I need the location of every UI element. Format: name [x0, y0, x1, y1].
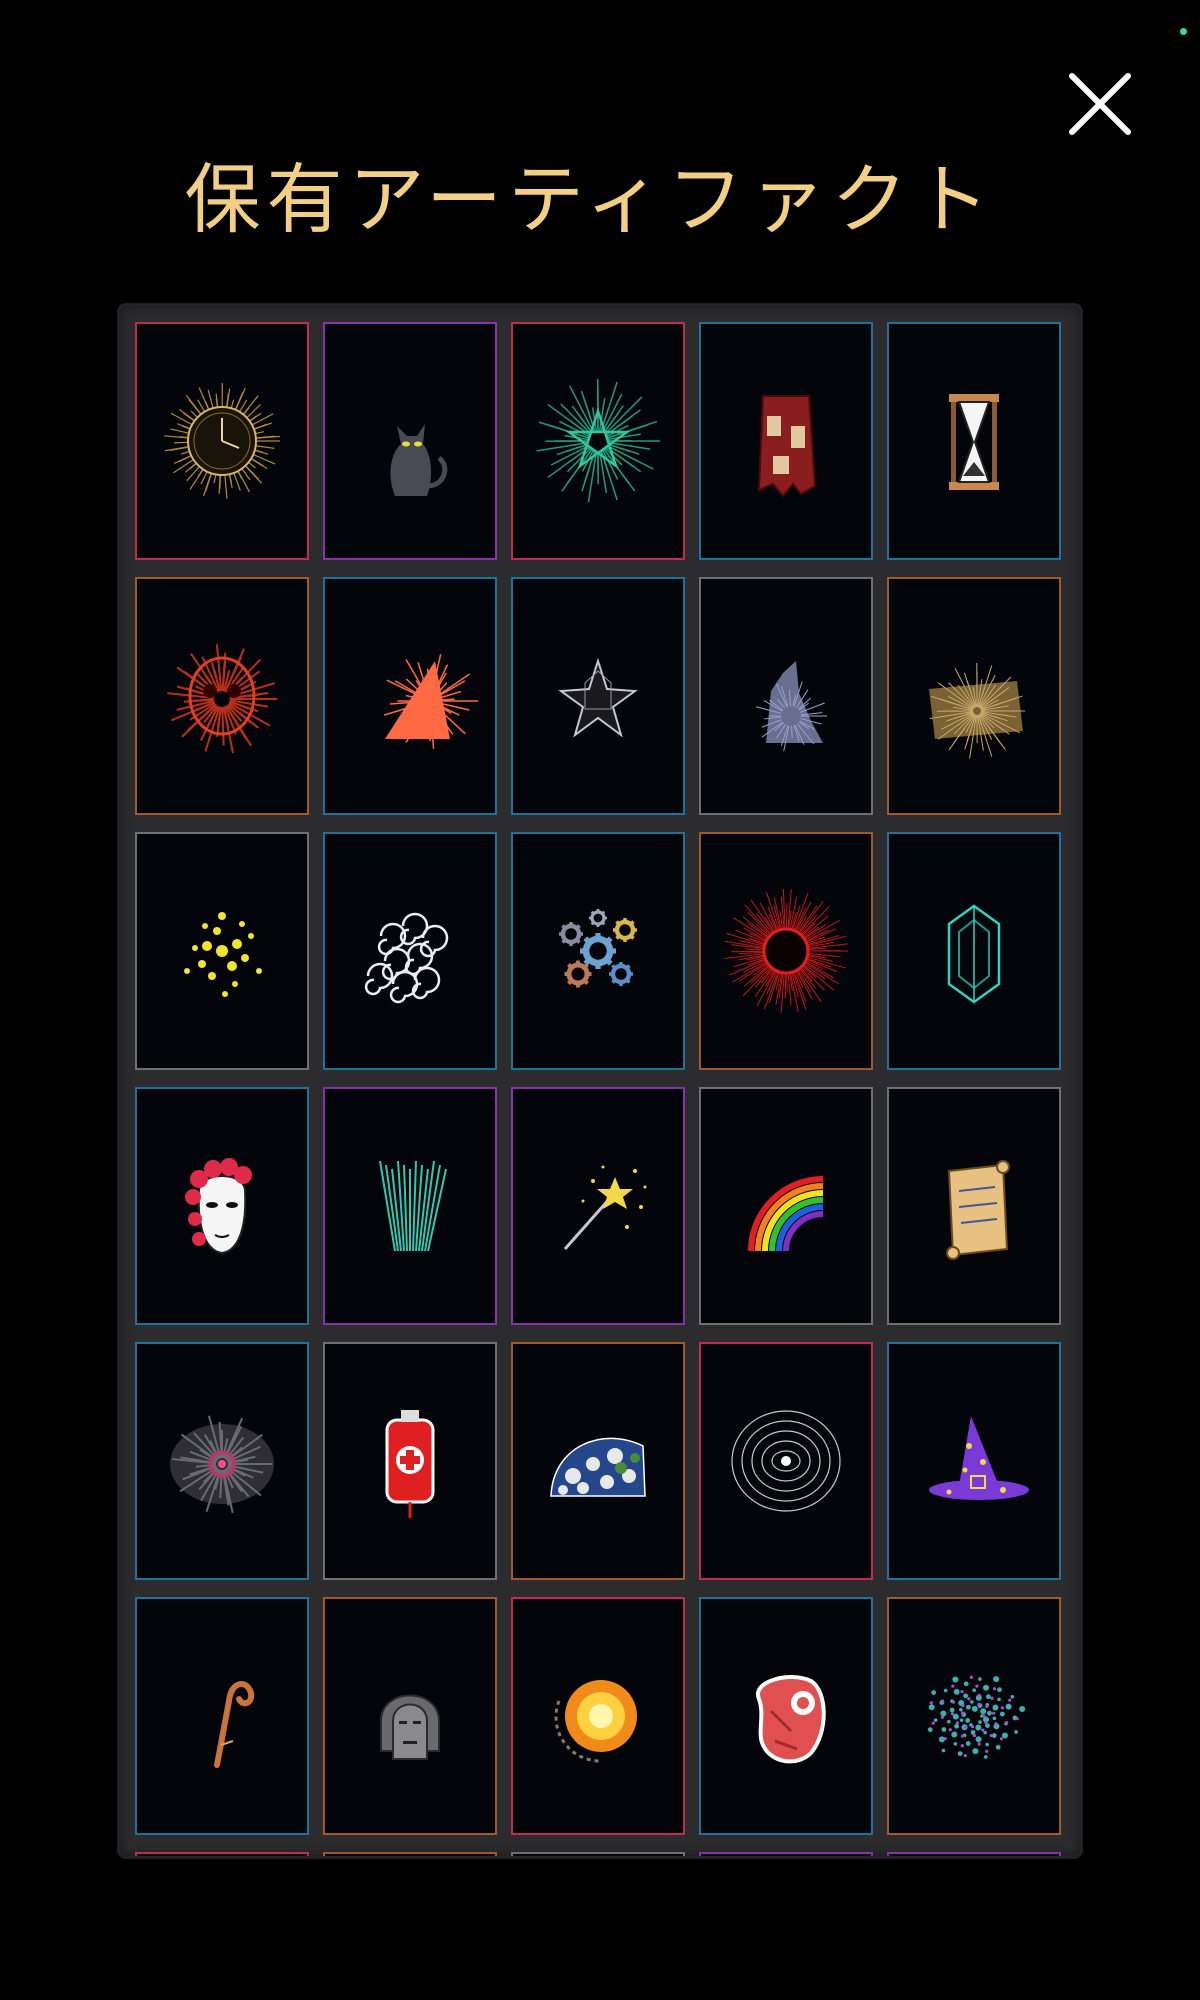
artifact-card[interactable] — [511, 322, 685, 560]
thorn-pentagram-icon — [536, 378, 660, 503]
red-skull-icon — [167, 644, 277, 754]
artifact-card[interactable] — [699, 322, 873, 560]
artifact-card[interactable] — [135, 577, 309, 815]
artifact-card[interactable] — [511, 1852, 685, 1856]
hourglass-icon — [949, 394, 999, 490]
artifact-card[interactable] — [323, 1852, 497, 1856]
artifact-panel[interactable] — [120, 306, 1080, 1856]
artifact-card[interactable] — [135, 1087, 309, 1325]
teal-crystal-icon — [947, 904, 1001, 1004]
page-title: 保有アーティファクト — [184, 155, 996, 244]
gray-claw-icon — [756, 661, 827, 752]
artifact-card[interactable] — [887, 577, 1061, 815]
artifact-card[interactable] — [323, 832, 497, 1070]
artifact-card[interactable] — [135, 322, 309, 560]
artifact-card[interactable] — [699, 1342, 873, 1580]
yellow-sparks-icon — [184, 912, 262, 997]
artifact-card[interactable] — [699, 1087, 873, 1325]
raw-meat-icon — [756, 1675, 826, 1764]
artifact-card[interactable] — [323, 1342, 497, 1580]
witch-hat-icon — [929, 1416, 1029, 1500]
artifact-card[interactable] — [887, 1342, 1061, 1580]
clock-icon — [164, 382, 280, 499]
tattered-robe-icon — [757, 395, 817, 498]
artifact-card[interactable] — [135, 1597, 309, 1835]
stone-idol-icon — [380, 1694, 440, 1760]
artifact-card[interactable] — [323, 1087, 497, 1325]
artifact-card[interactable] — [135, 1342, 309, 1580]
teal-arrows-icon — [379, 1160, 447, 1252]
cosmic-cluster-icon — [927, 1675, 1026, 1759]
black-cat-icon — [390, 424, 448, 496]
artifact-card[interactable] — [135, 832, 309, 1070]
earth-globe-icon — [550, 1437, 646, 1497]
artifact-card[interactable] — [511, 1087, 685, 1325]
artifact-card[interactable] — [511, 577, 685, 815]
artifact-card[interactable] — [511, 832, 685, 1070]
rainbow-icon — [748, 1176, 824, 1252]
artifact-card[interactable] — [323, 577, 497, 815]
artifact-grid — [135, 322, 1061, 1856]
artifact-card[interactable] — [887, 1852, 1061, 1856]
close-button[interactable] — [1062, 66, 1138, 142]
wooden-staff-icon — [214, 1681, 255, 1768]
orange-spike-icon — [383, 654, 478, 749]
artifact-card[interactable] — [135, 1852, 309, 1856]
artifact-card[interactable] — [887, 832, 1061, 1070]
scroll-icon — [946, 1160, 1010, 1260]
blood-bag-icon — [385, 1410, 435, 1518]
artifact-card[interactable] — [887, 1087, 1061, 1325]
straw-bundle-icon — [929, 662, 1025, 759]
red-burst-icon — [724, 889, 848, 1013]
artifact-card[interactable] — [511, 1342, 685, 1580]
dark-vortex-icon — [170, 1415, 274, 1514]
white-ripple-icon — [731, 1410, 841, 1512]
artifact-card[interactable] — [699, 832, 873, 1070]
artifact-card[interactable] — [887, 1597, 1061, 1835]
artifact-card[interactable] — [323, 322, 497, 560]
wind-swirls-icon — [364, 912, 449, 1004]
artifact-card[interactable] — [511, 1597, 685, 1835]
shuriken-star-icon — [558, 657, 638, 738]
rose-mask-icon — [185, 1158, 252, 1255]
artifact-card[interactable] — [323, 1597, 497, 1835]
sun-orb-icon — [554, 1680, 637, 1763]
artifact-card[interactable] — [699, 577, 873, 815]
close-icon — [1069, 73, 1131, 135]
artifact-card[interactable] — [699, 1597, 873, 1835]
status-indicator-dot — [1180, 28, 1187, 35]
magic-wand-icon — [563, 1165, 647, 1250]
gears-icon — [559, 909, 637, 988]
artifact-card[interactable] — [887, 322, 1061, 560]
artifact-card[interactable] — [699, 1852, 873, 1856]
